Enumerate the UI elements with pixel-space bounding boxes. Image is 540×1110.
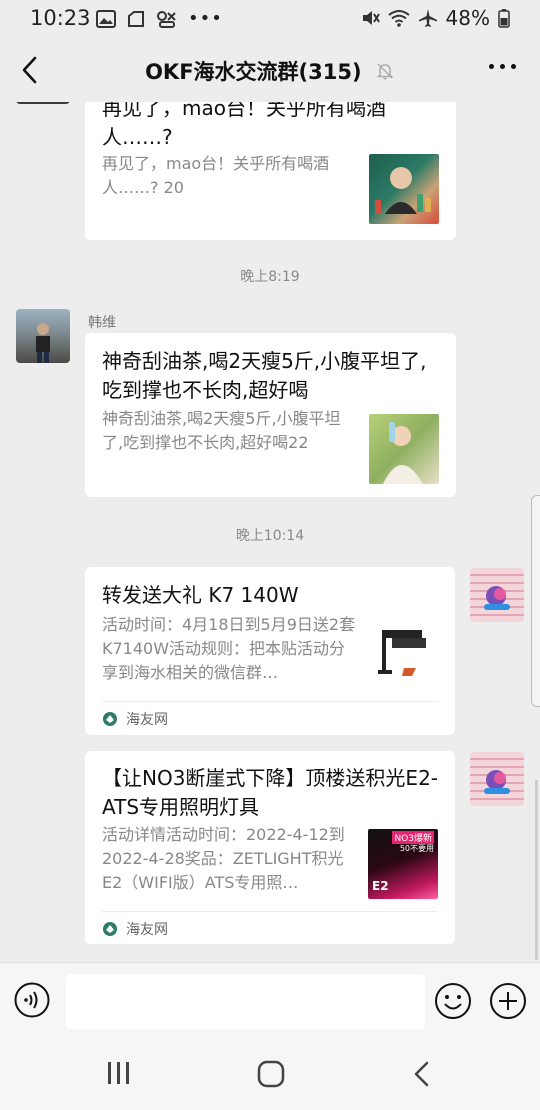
card-divider [102, 701, 438, 702]
card-title: 【让NO3断崖式下降】顶楼送积光E2-ATS专用照明灯具 [102, 766, 439, 819]
card-description: 活动时间：4月18日到5月9日送2套K7140W活动规则：把本贴活动分享到海水相… [102, 615, 356, 682]
card-source: 海友网 [102, 919, 168, 939]
wifi-icon [387, 10, 410, 27]
thumb-brand: E2 [372, 879, 389, 893]
avatar-person-icon [36, 323, 50, 363]
avatar[interactable] [470, 752, 524, 806]
card-divider [102, 911, 438, 912]
card-title-line: 再见了，mao台！关乎所有喝酒 [102, 102, 386, 120]
person-photo-icon [375, 167, 431, 214]
card-title: 转发送大礼 K7 140W [102, 583, 299, 607]
link-card[interactable]: 神奇刮油茶,喝2天瘦5斤,小腹平坦了,吃到撑也不长肉,超好喝 神奇刮油茶,喝2天… [85, 333, 456, 497]
avatar-cartoon-icon [484, 586, 510, 610]
timestamp: 晚上8:19 [240, 269, 300, 285]
avatar[interactable] [16, 102, 70, 104]
status-right: 48% [360, 6, 510, 30]
notification-icons: ••• [96, 8, 223, 29]
avatar[interactable] [16, 309, 70, 363]
voice-icon[interactable] [14, 982, 50, 1018]
back-nav-icon[interactable] [410, 1060, 434, 1088]
recent-apps-icon[interactable] [106, 1060, 132, 1086]
message-input[interactable] [66, 974, 425, 1029]
link-card[interactable]: 再见了，mao台！关乎所有喝酒 人……? 再见了，mao台！关乎所有喝酒人……?… [85, 102, 456, 240]
status-bar: 10:23 ••• 48% [0, 0, 540, 36]
more-notifications-icon: ••• [188, 8, 223, 29]
mute-vibrate-icon [362, 11, 380, 25]
source-logo-icon [103, 922, 117, 936]
chat-header: OKF海水交流群(315) [0, 36, 540, 102]
card-description: 再见了，mao台！关乎所有喝酒人……? 20 [102, 154, 330, 197]
source-name: 海友网 [126, 922, 168, 938]
card-title: 神奇刮油茶,喝2天瘦5斤,小腹平坦了,吃到撑也不长肉,超好喝 [102, 349, 427, 402]
card-thumbnail [369, 414, 439, 484]
chat-messages[interactable]: 再见了，mao台！关乎所有喝酒 人……? 再见了，mao台！关乎所有喝酒人……?… [0, 102, 540, 962]
image-icon [96, 9, 116, 28]
emoji-icon[interactable] [434, 982, 472, 1020]
card-source: 海友网 [102, 709, 168, 729]
card-description: 活动详情活动时间：2022-4-12到2022-4-28奖品：ZETLIGHT积… [102, 825, 345, 892]
source-logo-icon [103, 712, 117, 726]
sender-name: 韩维 [88, 315, 116, 331]
card-title: 再见了，mao台！关乎所有喝酒 人……? [102, 102, 432, 152]
game-icon [157, 10, 176, 28]
scrollbar[interactable] [535, 780, 538, 960]
link-card[interactable]: 转发送大礼 K7 140W 活动时间：4月18日到5月9日送2套K7140W活动… [85, 567, 455, 735]
card-thumbnail: NO3爆新 50不要用 E2 [368, 829, 438, 899]
status-time: 10:23 [30, 6, 91, 30]
battery-icon [498, 9, 510, 28]
chat-title: OKF海水交流群(315) [0, 56, 540, 86]
card-title-line: 人……? [102, 125, 173, 149]
plus-icon[interactable] [489, 982, 527, 1020]
source-name: 海友网 [126, 712, 168, 728]
home-icon[interactable] [257, 1060, 285, 1088]
avatar-cartoon-icon [484, 770, 510, 794]
scroll-handle[interactable] [531, 495, 540, 707]
avatar[interactable] [470, 568, 524, 622]
airplane-icon [418, 9, 437, 27]
person-drinking-photo-icon [383, 422, 423, 484]
lamp-product-icon [378, 630, 426, 676]
more-dots-icon[interactable] [489, 64, 516, 69]
group-name: OKF海水交流群(315) [145, 60, 362, 84]
app-notification-icon [128, 10, 144, 27]
system-navigation-bar [0, 1038, 540, 1110]
card-description: 神奇刮油茶,喝2天瘦5斤,小腹平坦了,吃到撑也不长肉,超好喝22 [102, 409, 341, 452]
timestamp: 晚上10:14 [235, 528, 305, 544]
thumb-text: 50不要用 [399, 844, 434, 853]
bell-off-icon [376, 63, 394, 80]
card-thumbnail [369, 154, 439, 224]
card-thumbnail [368, 620, 438, 690]
message-input-bar [0, 962, 540, 1039]
link-card[interactable]: 【让NO3断崖式下降】顶楼送积光E2-ATS专用照明灯具 活动详情活动时间：20… [85, 751, 455, 944]
battery-percent: 48% [445, 6, 490, 30]
